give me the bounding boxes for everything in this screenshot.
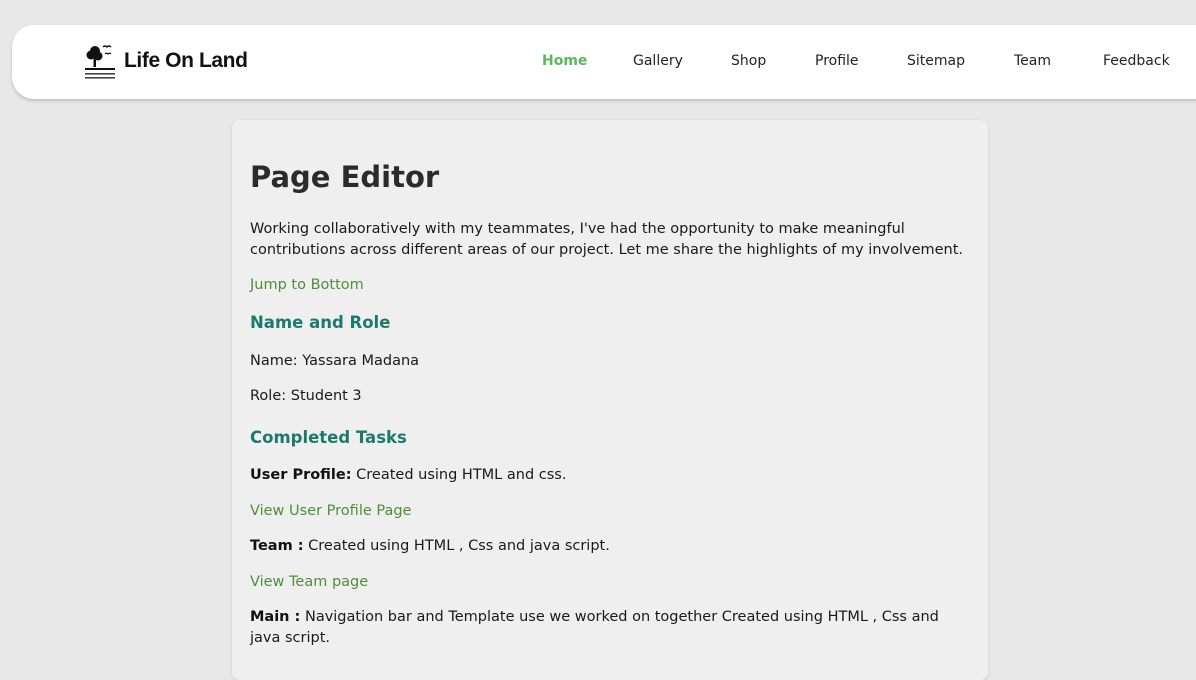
view-user-profile-link[interactable]: View User Profile Page <box>250 501 411 522</box>
navbar: Life On Land Home Gallery Shop Profile S… <box>12 25 1196 99</box>
task-label: User Profile: <box>250 467 352 483</box>
task-description: Created using HTML , Css and java script… <box>303 538 610 554</box>
task-user-profile: User Profile: Created using HTML and css… <box>250 465 972 486</box>
nav-item-feedback[interactable]: Feedback <box>1103 52 1170 70</box>
role-line: Role: Student 3 <box>250 388 362 404</box>
name-role-heading: Name and Role <box>250 313 391 332</box>
nav-item-shop[interactable]: Shop <box>731 52 766 70</box>
page-title: Page Editor <box>250 160 440 194</box>
nav-item-team[interactable]: Team <box>1014 52 1051 70</box>
intro-paragraph: Working collaboratively with my teammate… <box>250 221 964 258</box>
content-card: Page Editor Working collaboratively with… <box>232 120 988 680</box>
nav-item-home[interactable]: Home <box>542 52 587 70</box>
nav-item-sitemap[interactable]: Sitemap <box>907 52 965 70</box>
nav-item-profile[interactable]: Profile <box>815 52 859 70</box>
name-line: Name: Yassara Madana <box>250 353 420 369</box>
task-description: Created using HTML and css. <box>351 467 567 483</box>
jump-to-bottom-link[interactable]: Jump to Bottom <box>250 275 364 296</box>
task-team: Team : Created using HTML , Css and java… <box>250 536 972 557</box>
completed-tasks-heading: Completed Tasks <box>250 428 407 447</box>
task-label: Team : <box>250 538 304 554</box>
nav-item-gallery[interactable]: Gallery <box>633 52 683 70</box>
view-team-link[interactable]: View Team page <box>250 572 368 593</box>
nav-menu: Home Gallery Shop Profile Sitemap Team F… <box>12 25 1196 99</box>
task-label: Main : <box>250 609 301 625</box>
task-main: Main : Navigation bar and Template use w… <box>250 607 972 649</box>
task-description: Navigation bar and Template use we worke… <box>250 609 939 646</box>
